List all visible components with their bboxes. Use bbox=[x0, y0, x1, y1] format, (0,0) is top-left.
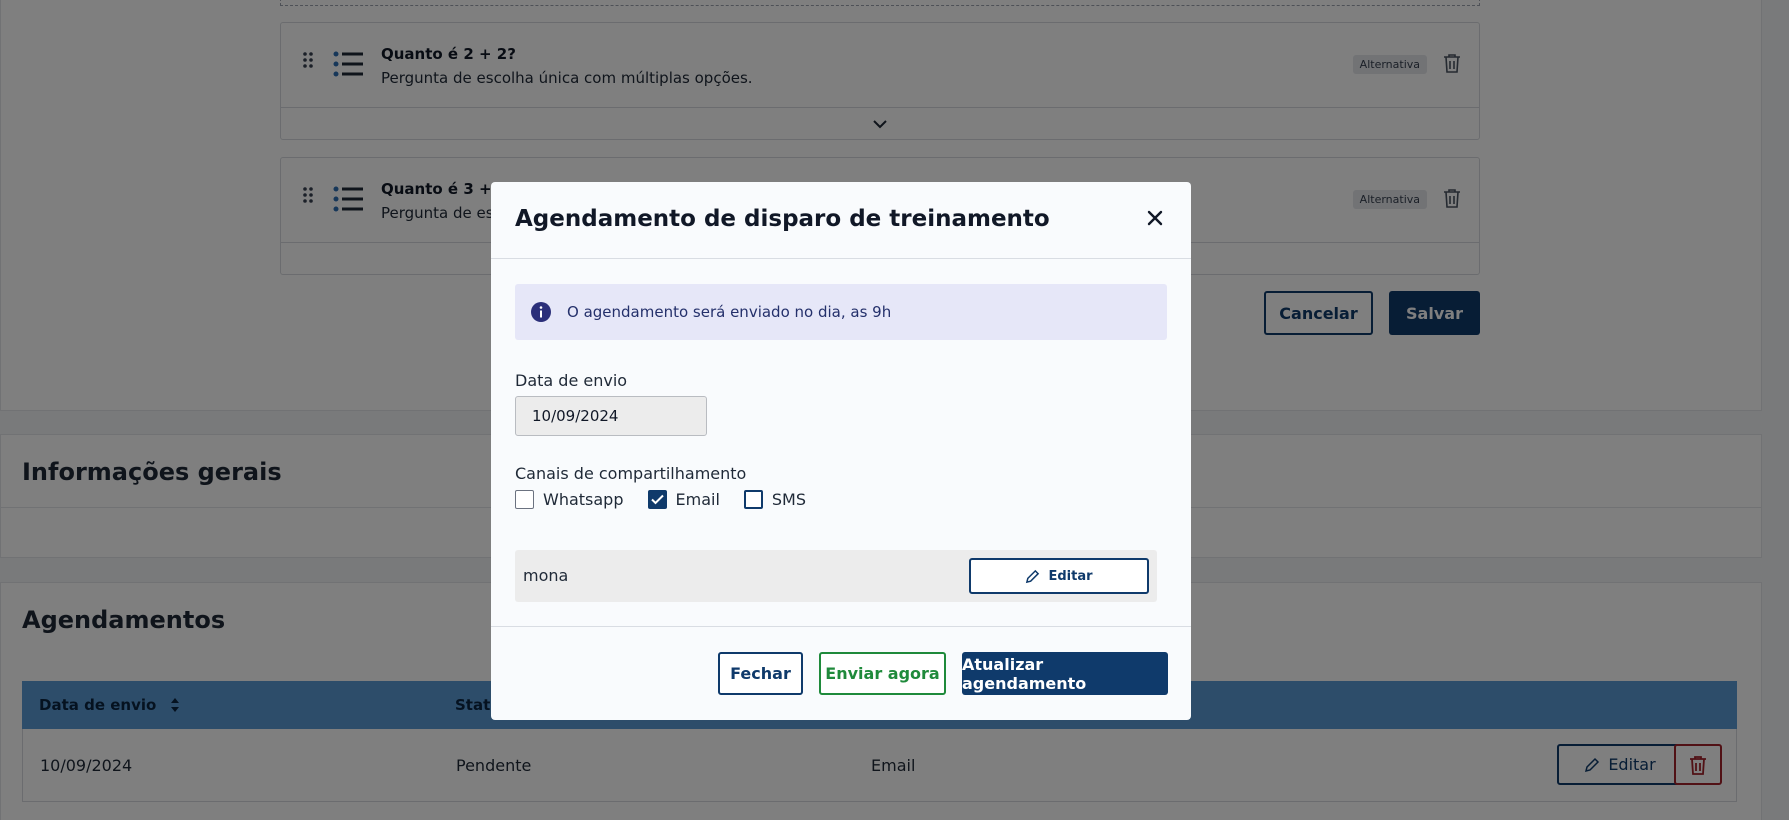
checkbox-label: Whatsapp bbox=[543, 490, 624, 509]
checkbox-label: SMS bbox=[771, 490, 807, 509]
modal-header: Agendamento de disparo de treinamento bbox=[491, 182, 1191, 259]
checkbox-label: Email bbox=[675, 490, 720, 509]
channel-sms-checkbox[interactable]: SMS bbox=[743, 490, 807, 509]
channels-label: Canais de compartilhamento bbox=[515, 464, 747, 483]
close-icon[interactable] bbox=[1145, 208, 1165, 228]
send-date-input[interactable] bbox=[515, 396, 707, 436]
send-date-label: Data de envio bbox=[515, 371, 628, 390]
checkbox-box bbox=[647, 490, 667, 509]
info-icon bbox=[531, 302, 551, 322]
info-text: O agendamento será enviado no dia, as 9h bbox=[567, 303, 892, 321]
modal-title: Agendamento de disparo de treinamento bbox=[515, 206, 1050, 232]
channels-group: Whatsapp Email SMS bbox=[515, 490, 830, 509]
checkbox-box bbox=[743, 490, 763, 509]
checkbox-box bbox=[515, 490, 534, 509]
send-now-button[interactable]: Enviar agora bbox=[819, 652, 946, 695]
modal-footer: Fechar Enviar agora Atualizar agendament… bbox=[491, 626, 1191, 720]
info-alert: O agendamento será enviado no dia, as 9h bbox=[515, 284, 1167, 340]
update-schedule-button[interactable]: Atualizar agendamento bbox=[962, 652, 1168, 695]
edit-template-button[interactable]: Editar bbox=[969, 558, 1149, 594]
check-icon bbox=[650, 494, 664, 505]
edit-template-label: Editar bbox=[1048, 568, 1093, 584]
schedule-modal: Agendamento de disparo de treinamento O … bbox=[491, 182, 1191, 720]
message-template-row: mona Editar bbox=[515, 550, 1157, 602]
close-button[interactable]: Fechar bbox=[718, 652, 803, 695]
template-name: mona bbox=[523, 566, 569, 585]
channel-email-checkbox[interactable]: Email bbox=[647, 490, 720, 509]
channel-whatsapp-checkbox[interactable]: Whatsapp bbox=[515, 490, 624, 509]
pencil-icon bbox=[1026, 569, 1040, 583]
